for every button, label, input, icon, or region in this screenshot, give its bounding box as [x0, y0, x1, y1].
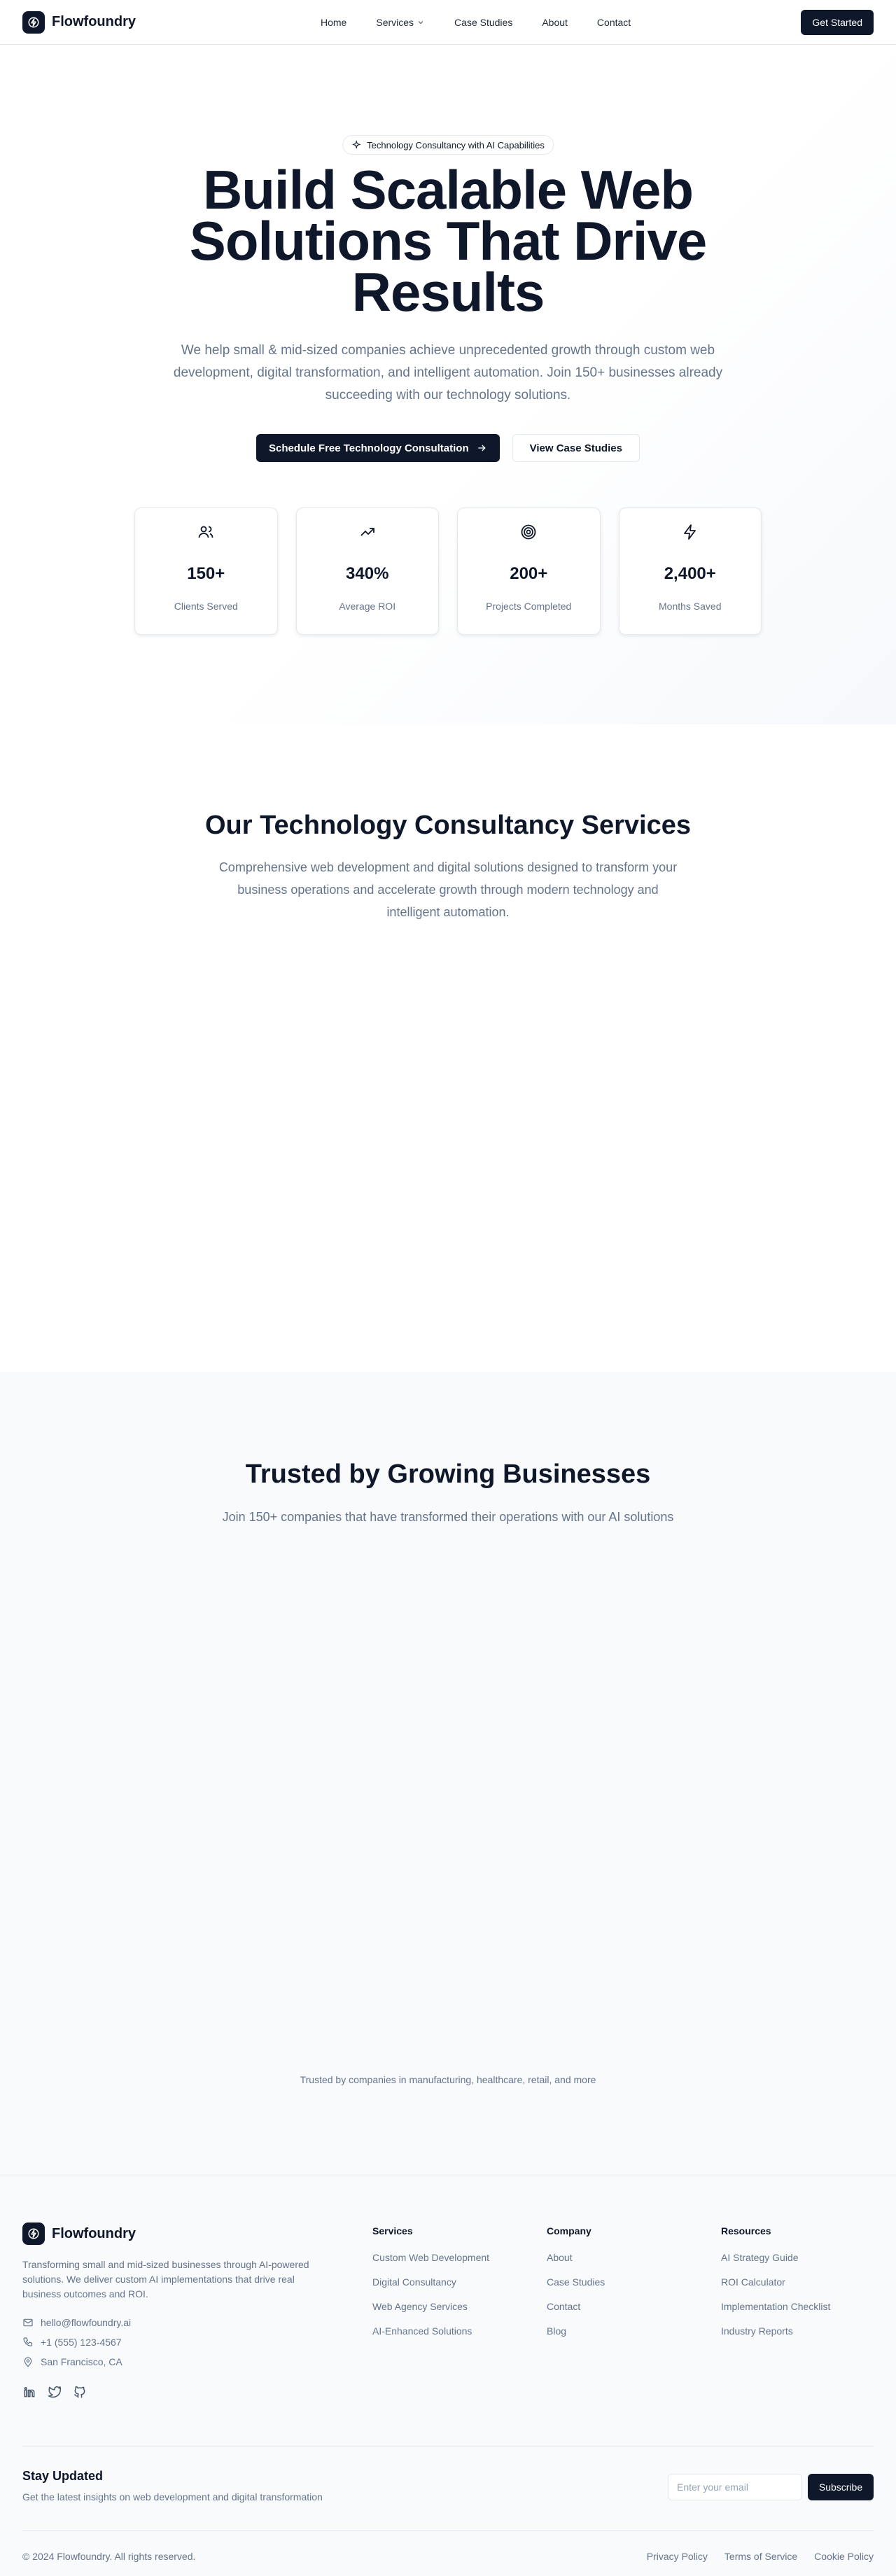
footer-col-resources: Resources AI Strategy Guide ROI Calculat… [721, 2225, 830, 2350]
footer-location: San Francisco, CA [22, 2356, 122, 2367]
stat-label: Average ROI [339, 601, 396, 612]
stat-label: Months Saved [659, 601, 722, 612]
footer-link[interactable]: ROI Calculator [721, 2276, 830, 2288]
linkedin-icon[interactable] [22, 2385, 36, 2399]
brand[interactable]: Flowfoundry [22, 10, 136, 34]
logo-icon [22, 2222, 45, 2245]
schedule-consultation-button[interactable]: Schedule Free Technology Consultation [256, 434, 500, 462]
hero-actions: Schedule Free Technology Consultation Vi… [0, 434, 896, 462]
footer-link[interactable]: Custom Web Development [372, 2252, 489, 2263]
footer-col-title: Resources [721, 2225, 771, 2236]
hero-subtitle: We help small & mid-sized companies achi… [173, 343, 723, 402]
footer-phone[interactable]: +1 (555) 123-4567 [22, 2337, 122, 2348]
footer-col-company: Company About Case Studies Contact Blog [547, 2225, 605, 2350]
trusted-industries-note: Trusted by companies in manufacturing, h… [300, 2074, 596, 2085]
nav-links: Home Services Case Studies About Contact [321, 0, 660, 45]
footer-link[interactable]: Digital Consultancy [372, 2276, 489, 2288]
schedule-consultation-label: Schedule Free Technology Consultation [269, 442, 469, 454]
footer-link[interactable]: About [547, 2252, 605, 2263]
stat-card: 150+ Clients Served [134, 507, 278, 635]
trusted-section: Trusted by Growing Businesses Join 150+ … [0, 1372, 896, 2176]
stats-row: 150+ Clients Served 340% Average ROI 200… [134, 507, 762, 635]
footer-phone-text: +1 (555) 123-4567 [41, 2337, 122, 2348]
footer-divider [22, 2530, 874, 2531]
social-links [22, 2385, 87, 2399]
newsletter-subtitle: Get the latest insights on web developme… [22, 2491, 323, 2502]
sparkle-icon [351, 140, 361, 149]
stat-label: Clients Served [174, 601, 238, 612]
stat-card: 200+ Projects Completed [457, 507, 601, 635]
nav-link-about[interactable]: About [542, 17, 568, 28]
stat-card: 340% Average ROI [295, 507, 439, 635]
subscribe-button[interactable]: Subscribe [808, 2474, 874, 2500]
stat-label: Projects Completed [486, 601, 572, 612]
logo-icon [22, 10, 45, 34]
trending-up-icon [359, 524, 376, 540]
footer-link[interactable]: Industry Reports [721, 2325, 830, 2337]
services-title: Our Technology Consultancy Services [204, 811, 692, 840]
phone-icon [23, 2337, 32, 2346]
footer-col-title: Services [372, 2225, 413, 2236]
target-icon [520, 524, 537, 540]
trusted-subtitle: Join 150+ companies that have transforme… [222, 1510, 674, 1524]
services-section: Our Technology Consultancy Services Comp… [0, 724, 896, 1372]
newsletter-email-input[interactable] [668, 2474, 802, 2500]
footer-description: Transforming small and mid-sized busines… [22, 2259, 309, 2300]
stat-value: 340% [346, 564, 389, 583]
stat-value: 150+ [187, 564, 225, 583]
footer-brand-name: Flowfoundry [52, 2225, 136, 2241]
twitter-icon[interactable] [48, 2385, 62, 2399]
terms-of-service-link[interactable]: Terms of Service [724, 2551, 797, 2562]
footer-link[interactable]: Blog [547, 2325, 605, 2337]
footer-link[interactable]: AI Strategy Guide [721, 2252, 830, 2263]
footer-location-text: San Francisco, CA [41, 2356, 122, 2367]
users-icon [197, 524, 214, 540]
zap-icon [682, 524, 699, 540]
hero-badge-text: Technology Consultancy with AI Capabilit… [367, 139, 545, 150]
nav-link-case-studies[interactable]: Case Studies [454, 17, 512, 28]
stat-value: 2,400+ [664, 564, 716, 583]
footer-col-title: Company [547, 2225, 592, 2236]
cookie-policy-link[interactable]: Cookie Policy [814, 2551, 874, 2562]
nav-link-contact[interactable]: Contact [597, 17, 631, 28]
newsletter-title: Stay Updated [22, 2469, 104, 2483]
privacy-policy-link[interactable]: Privacy Policy [647, 2551, 708, 2562]
get-started-button[interactable]: Get Started [801, 10, 874, 35]
footer-link[interactable]: AI-Enhanced Solutions [372, 2325, 489, 2337]
stat-card: 2,400+ Months Saved [618, 507, 762, 635]
footer: Flowfoundry Transforming small and mid-s… [0, 2176, 896, 2576]
stat-value: 200+ [510, 564, 548, 583]
services-subtitle: Comprehensive web development and digita… [218, 860, 678, 919]
hero-badge: Technology Consultancy with AI Capabilit… [342, 135, 554, 155]
footer-col-services: Services Custom Web Development Digital … [372, 2225, 489, 2350]
legal-links: Privacy Policy Terms of Service Cookie P… [647, 2551, 874, 2562]
top-navbar: Flowfoundry Home Services Case Studies A… [0, 0, 896, 45]
chevron-down-icon [418, 21, 424, 24]
hero-title: Build Scalable Web Solutions That Drive … [189, 159, 707, 323]
footer-link[interactable]: Case Studies [547, 2276, 605, 2288]
view-case-studies-button[interactable]: View Case Studies [512, 434, 640, 462]
arrow-right-icon [477, 444, 486, 451]
footer-brand[interactable]: Flowfoundry [22, 2222, 136, 2245]
brand-name: Flowfoundry [52, 14, 136, 29]
footer-link[interactable]: Implementation Checklist [721, 2301, 830, 2312]
footer-email[interactable]: hello@flowfoundry.ai [22, 2317, 131, 2328]
map-pin-icon [24, 2357, 32, 2367]
nav-link-services-label: Services [376, 17, 414, 28]
nav-link-home[interactable]: Home [321, 17, 346, 28]
nav-link-services[interactable]: Services [376, 17, 425, 28]
mail-icon [23, 2318, 33, 2327]
copyright: © 2024 Flowfoundry. All rights reserved. [22, 2551, 196, 2562]
hero-section: Technology Consultancy with AI Capabilit… [0, 46, 896, 724]
footer-email-text: hello@flowfoundry.ai [41, 2317, 132, 2328]
footer-link[interactable]: Contact [547, 2301, 605, 2312]
footer-link[interactable]: Web Agency Services [372, 2301, 489, 2312]
github-icon[interactable] [73, 2385, 87, 2399]
trusted-title: Trusted by Growing Businesses [245, 1460, 651, 1489]
